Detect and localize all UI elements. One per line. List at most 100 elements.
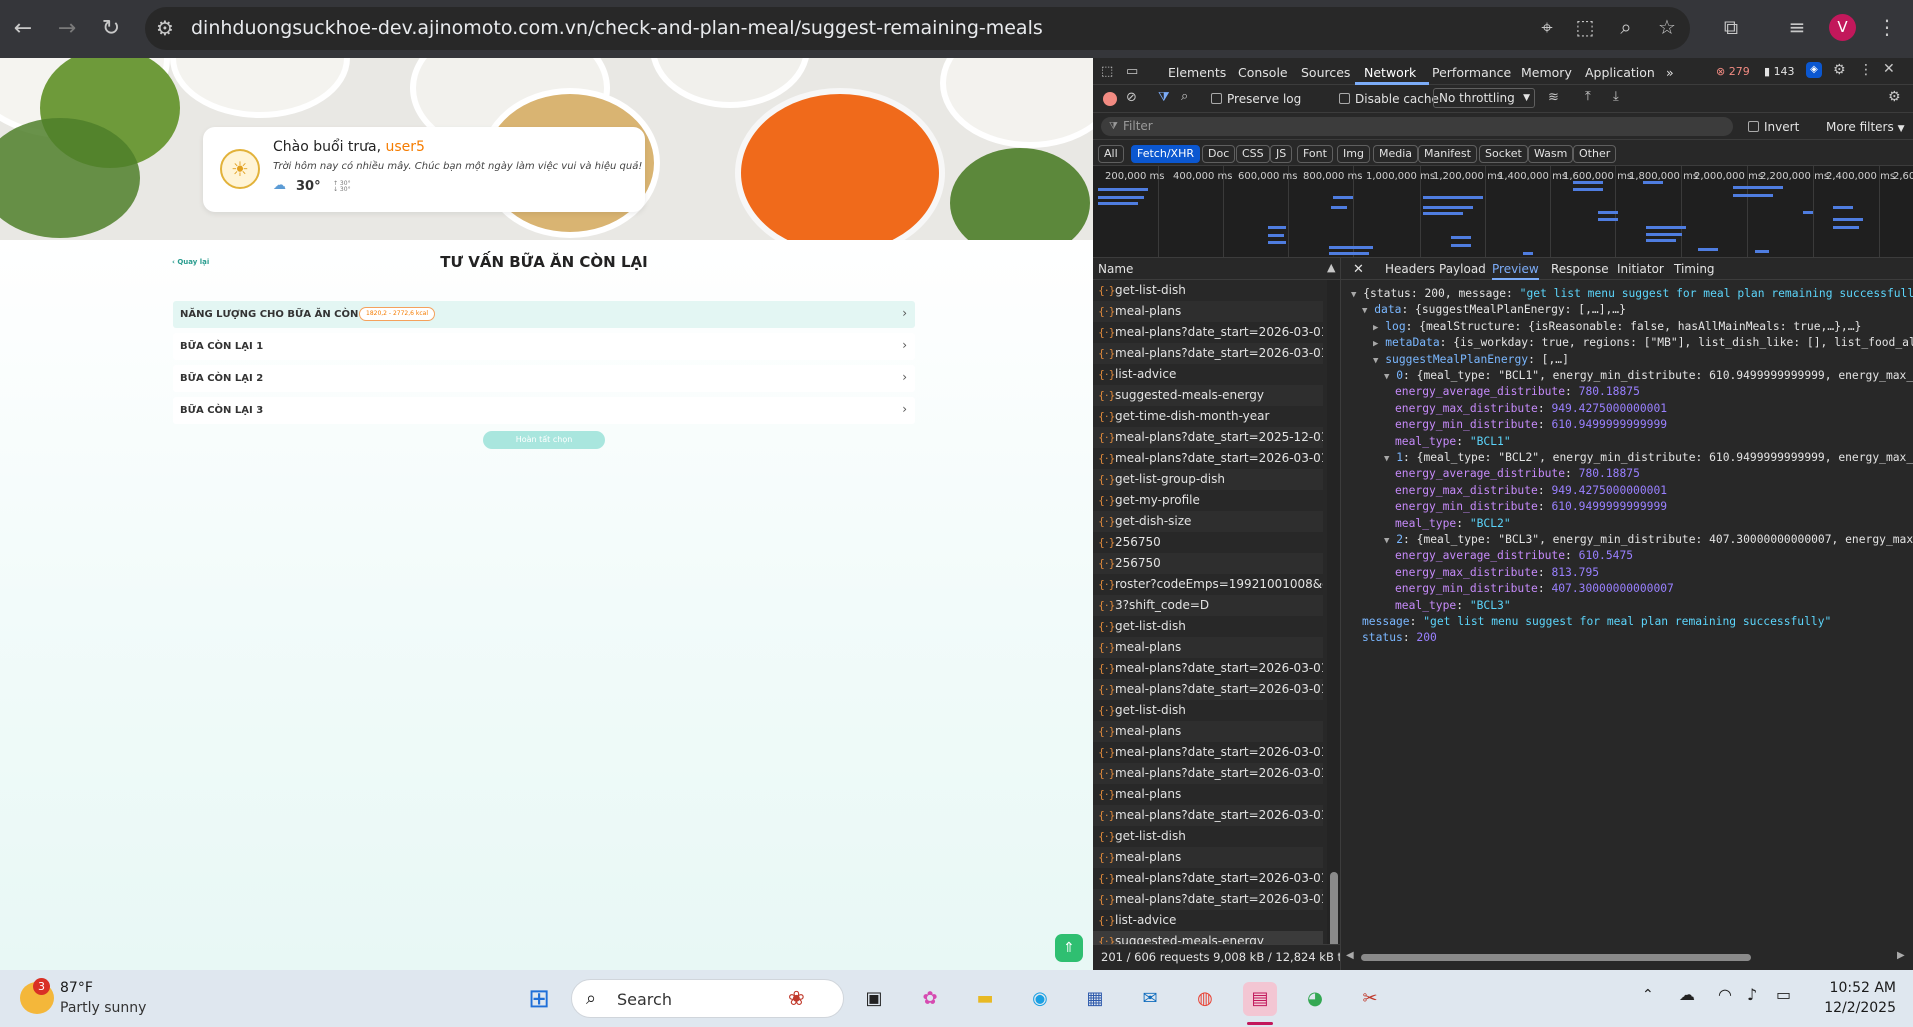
scroll-to-top-icon[interactable]: ⇑: [1055, 934, 1083, 962]
json-preview-line[interactable]: ▼ 2: {meal_type: "BCL3", energy_min_dist…: [1384, 532, 1913, 549]
record-stop-icon[interactable]: [1103, 92, 1117, 106]
request-row[interactable]: {·} 3?shift_code=D: [1093, 595, 1323, 616]
remaining-meal-row-3[interactable]: BỮA CÒN LẠI 3 ›: [173, 397, 915, 424]
scroll-left-icon[interactable]: ◀: [1346, 950, 1354, 961]
back-arrow-icon[interactable]: ←: [8, 14, 38, 44]
request-row[interactable]: {·} meal-plans: [1093, 721, 1323, 742]
clock-date[interactable]: 12/2/2025: [1820, 1000, 1896, 1016]
copilot-icon[interactable]: ✿: [913, 982, 947, 1016]
wifi-icon[interactable]: ◠: [1718, 985, 1732, 1004]
expand-down-icon[interactable]: ▼: [1362, 306, 1367, 316]
request-row[interactable]: {·} get-list-dish: [1093, 280, 1323, 301]
tab-performance[interactable]: Performance: [1432, 65, 1511, 80]
request-row[interactable]: {·}meal-plans?date_start=2026-03-01&...: [1093, 742, 1323, 763]
scrollbar-thumb[interactable]: [1361, 954, 1751, 961]
tab-application[interactable]: Application: [1585, 65, 1655, 80]
type-filter-all[interactable]: All: [1098, 145, 1124, 163]
type-filter-media[interactable]: Media: [1373, 145, 1419, 163]
type-filter-socket[interactable]: Socket: [1479, 145, 1528, 163]
remaining-meal-row-2[interactable]: BỮA CÒN LẠI 2 ›: [173, 365, 915, 392]
sort-up-icon[interactable]: ▲: [1327, 261, 1335, 274]
export-har-icon[interactable]: ⤓: [1613, 89, 1619, 104]
request-row[interactable]: {·}meal-plans?date_start=2026-03-01&...: [1093, 679, 1323, 700]
expand-down-icon[interactable]: ▼: [1373, 356, 1378, 366]
task-view-icon[interactable]: ▣: [857, 982, 891, 1016]
energy-remaining-row[interactable]: NĂNG LƯỢNG CHO BỮA ĂN CÒN LẠI 1820,2 - 2…: [173, 301, 915, 328]
disable-cache-checkbox[interactable]: [1339, 93, 1350, 104]
device-toolbar-icon[interactable]: ▭: [1126, 64, 1138, 79]
name-column-header[interactable]: Name ▲: [1093, 258, 1341, 280]
json-preview-line[interactable]: ▼ suggestMealPlanEnergy: [,…]: [1373, 352, 1569, 369]
extensions-icon[interactable]: ⧉: [1718, 15, 1744, 39]
bookmark-star-icon[interactable]: ☆: [1654, 15, 1680, 39]
request-row[interactable]: {·} 256750: [1093, 553, 1323, 574]
more-filters-dropdown[interactable]: More filters ▼: [1826, 120, 1904, 134]
network-overview-timeline[interactable]: 200,000 ms 400,000 ms 600,000 ms 800,000…: [1093, 166, 1913, 258]
type-filter-js[interactable]: JS: [1270, 145, 1293, 163]
weather-temp[interactable]: 87°F: [60, 980, 93, 996]
url-text[interactable]: dinhduongsuckhoe-dev.ajinomoto.com.vn/ch…: [191, 17, 1043, 39]
type-filter-other[interactable]: Other: [1573, 145, 1617, 163]
request-row[interactable]: {·} get-my-profile: [1093, 490, 1323, 511]
expand-down-icon[interactable]: ▼: [1384, 454, 1389, 464]
clear-icon[interactable]: ⊘: [1126, 90, 1137, 105]
request-row[interactable]: {·}meal-plans?date_start=2026-03-01&...: [1093, 805, 1323, 826]
tab-payload[interactable]: Payload: [1439, 262, 1486, 276]
issues-icon[interactable]: ◈: [1806, 62, 1822, 78]
outlook-icon[interactable]: ✉: [1133, 982, 1167, 1016]
request-row[interactable]: {·} get-list-dish: [1093, 700, 1323, 721]
throttling-select[interactable]: No throttling ▼: [1433, 88, 1535, 108]
media-controls-icon[interactable]: ≡: [1784, 15, 1810, 39]
more-tabs-icon[interactable]: »: [1666, 65, 1674, 80]
tab-timing[interactable]: Timing: [1674, 262, 1715, 276]
request-row[interactable]: {·} get-list-group-dish: [1093, 469, 1323, 490]
weather-desc[interactable]: Partly sunny: [60, 1000, 146, 1016]
microsoft-store-icon[interactable]: ▦: [1078, 982, 1112, 1016]
install-app-icon[interactable]: ⬚: [1572, 15, 1598, 39]
error-count[interactable]: ⊗ 279: [1716, 65, 1750, 78]
json-preview-line[interactable]: ▶ log: {mealStructure: {isReasonable: fa…: [1373, 319, 1861, 336]
tab-initiator[interactable]: Initiator: [1617, 262, 1664, 276]
back-link[interactable]: ‹ Quay lại: [172, 258, 209, 266]
show-hidden-icons[interactable]: ⌃: [1642, 987, 1654, 1003]
location-icon[interactable]: ⌖: [1534, 15, 1560, 39]
edge-browser-icon[interactable]: ◉: [1023, 982, 1057, 1016]
tab-console[interactable]: Console: [1238, 65, 1288, 80]
json-preview-line[interactable]: ▼ 1: {meal_type: "BCL2", energy_min_dist…: [1384, 450, 1913, 467]
volume-icon[interactable]: ♪: [1747, 985, 1757, 1004]
import-har-icon[interactable]: ⤒: [1585, 89, 1591, 104]
request-row[interactable]: {·}meal-plans?date_start=2025-12-01&...: [1093, 427, 1323, 448]
profile-avatar[interactable]: V: [1829, 14, 1856, 41]
tab-response[interactable]: Response: [1551, 262, 1609, 276]
tab-headers[interactable]: Headers: [1385, 262, 1435, 276]
tab-network[interactable]: Network: [1364, 65, 1416, 80]
zoom-icon[interactable]: ⌕: [1613, 15, 1639, 39]
type-filter-wasm[interactable]: Wasm: [1528, 145, 1574, 163]
request-row[interactable]: {·} get-time-dish-month-year: [1093, 406, 1323, 427]
tab-memory[interactable]: Memory: [1521, 65, 1572, 80]
request-row[interactable]: {·} get-list-dish: [1093, 826, 1323, 847]
taskbar-search[interactable]: ⌕ Search ❀: [571, 979, 844, 1018]
type-filter-fetch-xhr[interactable]: Fetch/XHR: [1131, 145, 1200, 163]
request-list-scrollbar[interactable]: [1327, 280, 1340, 944]
json-preview-line[interactable]: ▶ metaData: {is_workday: true, regions: …: [1373, 335, 1913, 352]
remaining-meal-row-1[interactable]: BỮA CÒN LẠI 1 ›: [173, 333, 915, 360]
request-row[interactable]: {·}roster?codeEmps=19921001008&dat...: [1093, 574, 1323, 595]
type-filter-img[interactable]: Img: [1337, 145, 1370, 163]
type-filter-font[interactable]: Font: [1297, 145, 1333, 163]
type-filter-css[interactable]: CSS: [1236, 145, 1270, 163]
snipping-tool-icon[interactable]: ✂: [1353, 982, 1387, 1016]
json-preview-line[interactable]: ▼ data: {suggestMealPlanEnergy: [,…],…}: [1362, 302, 1626, 319]
network-settings-icon[interactable]: ⚙: [1888, 89, 1901, 105]
forward-arrow-icon[interactable]: →: [52, 14, 82, 44]
browser-menu-icon[interactable]: ⋮: [1874, 15, 1900, 39]
close-devtools-icon[interactable]: ✕: [1883, 61, 1895, 77]
active-app-icon[interactable]: ▤: [1243, 982, 1277, 1016]
request-row[interactable]: {·}meal-plans?date_start=2026-03-01&...: [1093, 868, 1323, 889]
warning-count[interactable]: ▮ 143: [1764, 65, 1795, 78]
request-row[interactable]: {·} list-advice: [1093, 910, 1323, 931]
request-row[interactable]: {·} get-dish-size: [1093, 511, 1323, 532]
request-row[interactable]: {·} 256750: [1093, 532, 1323, 553]
expand-down-icon[interactable]: ▼: [1351, 290, 1356, 300]
finish-selection-button[interactable]: Hoàn tất chọn: [483, 431, 605, 449]
